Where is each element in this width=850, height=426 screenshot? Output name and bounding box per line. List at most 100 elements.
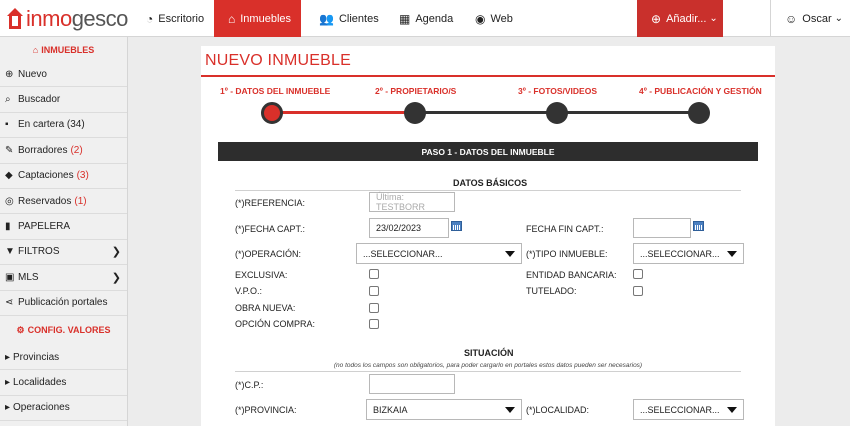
sidebar-item-papelera[interactable]: ▮ PAPELERA	[0, 214, 127, 240]
sidebar-item-borradores[interactable]: ✎ Borradores (2)	[0, 138, 127, 164]
sidebar-item-mls[interactable]: ▣ MLS ❯	[0, 265, 127, 291]
eye-icon: ◎	[5, 195, 14, 207]
referencia-input[interactable]: Última: TESTBORR	[369, 192, 455, 212]
gear-icon: ⚙	[16, 324, 25, 335]
dropdown-caret-icon	[505, 251, 515, 257]
sidebar-item-reservados[interactable]: ◎ Reservados (1)	[0, 189, 127, 215]
dashboard-icon: ◔	[146, 11, 154, 26]
cp-input[interactable]	[369, 374, 455, 394]
panel-header: PASO 1 - DATOS DEL INMUEBLE	[218, 142, 758, 161]
sidebar-item-captaciones[interactable]: ◆ Captaciones (3)	[0, 164, 127, 189]
mls-icon: ▣	[5, 271, 15, 283]
dropdown-caret-icon	[505, 407, 515, 413]
entidad-bancaria-checkbox[interactable]	[633, 269, 643, 279]
chevron-right-icon: ❯	[111, 271, 121, 284]
nav-escritorio[interactable]: ◔ Escritorio	[136, 0, 214, 37]
fecha-capt-input[interactable]: 23/02/2023	[369, 218, 449, 238]
user-icon: ☺	[785, 11, 798, 26]
main-content: NUEVO INMUEBLE 1º - DATOS DEL INMUEBLE 2…	[201, 46, 775, 426]
tipo-inmueble-label: (*)TIPO INMUEBLE:	[526, 249, 608, 259]
provincia-label: (*)PROVINCIA:	[235, 405, 297, 415]
fecha-fin-label: FECHA FIN CAPT.:	[526, 224, 604, 234]
chevron-down-icon: ⌄	[709, 13, 718, 24]
briefcase-icon: ▪	[5, 119, 9, 131]
tutelado-checkbox[interactable]	[633, 286, 643, 296]
section-divider	[235, 371, 741, 372]
localidad-label: (*)LOCALIDAD:	[526, 405, 590, 415]
operacion-label: (*)OPERACIÓN:	[235, 249, 302, 259]
globe-icon: ◉	[475, 11, 486, 26]
dropdown-caret-icon	[727, 251, 737, 257]
vpo-label: V.P.O.:	[235, 286, 263, 296]
search-icon: ⌕	[5, 94, 11, 106]
caret-right-icon: ▸	[5, 351, 11, 363]
obra-nueva-checkbox[interactable]	[369, 303, 379, 313]
step-2-dot[interactable]	[404, 102, 426, 124]
share-icon: ⋖	[5, 297, 14, 309]
users-icon: 👥	[319, 11, 334, 26]
step-1-label[interactable]: 1º - DATOS DEL INMUEBLE	[220, 86, 330, 96]
nav-inmuebles[interactable]: ⌂ Inmuebles	[214, 0, 301, 37]
step-3-dot[interactable]	[546, 102, 568, 124]
sidebar-item-provincias[interactable]: ▸ Provincias	[0, 345, 127, 371]
brand-name: inmogesco	[26, 6, 128, 31]
sidebar-config-header: ⚙ CONFIG. VALORES	[16, 324, 111, 336]
sidebar-item-filtros[interactable]: ▼ FILTROS ❯	[0, 240, 127, 266]
section-title-basic: DATOS BÁSICOS	[453, 178, 528, 188]
operacion-select[interactable]: ...SELECCIONAR...	[356, 243, 522, 264]
top-navbar: inmogesco ◔ Escritorio ⌂ Inmuebles 👥 Client…	[0, 0, 850, 37]
sidebar-item-nuevo[interactable]: ⊕ Nuevo	[0, 62, 127, 88]
chevron-right-icon: ❯	[111, 246, 121, 259]
chevron-down-icon: ⌄	[834, 13, 843, 24]
calendar-icon[interactable]	[451, 221, 462, 231]
sidebar-item-localidades[interactable]: ▸ Localidades	[0, 370, 127, 396]
user-menu[interactable]: ☺ Oscar ⌄	[770, 0, 850, 37]
nav-web[interactable]: ◉ Web	[465, 0, 525, 37]
tutelado-label: TUTELADO:	[526, 286, 577, 296]
plus-circle-icon: ⊕	[5, 68, 14, 80]
sidebar: ⌂ INMUEBLES ⊕ Nuevo ⌕ Buscador ▪ En cartera …	[0, 37, 128, 426]
add-menu-button[interactable]: ⊕ Añadir... ⌄	[637, 0, 723, 37]
cp-label: (*)C.P.:	[235, 380, 264, 390]
sidebar-header: ⌂ INMUEBLES	[32, 44, 95, 55]
title-divider	[201, 75, 775, 77]
home-icon: ⌂	[228, 11, 236, 26]
opcion-compra-checkbox[interactable]	[369, 319, 379, 329]
stepper-progress-track	[272, 111, 415, 114]
nav-clientes[interactable]: 👥 Clientes	[309, 0, 389, 37]
step-4-dot[interactable]	[688, 102, 710, 124]
section-divider	[235, 190, 741, 191]
sidebar-item-operaciones[interactable]: ▸ Operaciones	[0, 396, 127, 422]
exclusiva-checkbox[interactable]	[369, 269, 379, 279]
sidebar-item-en-cartera[interactable]: ▪ En cartera (34)	[0, 113, 127, 139]
caret-right-icon: ▸	[5, 376, 11, 388]
brand-logo[interactable]: inmogesco	[6, 6, 128, 32]
page-title: NUEVO INMUEBLE	[205, 52, 351, 69]
fecha-fin-input[interactable]	[633, 218, 691, 238]
referencia-label: (*)REFERENCIA:	[235, 198, 306, 208]
nav-agenda[interactable]: ▦ Agenda	[389, 0, 459, 37]
caret-right-icon: ▸	[5, 402, 11, 414]
step-4-label[interactable]: 4º - PUBLICACIÓN Y GESTIÓN	[639, 86, 762, 96]
sidebar-item-publicacion-portales[interactable]: ⋖ Publicación portales	[0, 291, 127, 316]
tipo-inmueble-select[interactable]: ...SELECCIONAR...	[633, 243, 744, 264]
step-3-label[interactable]: 3º - FOTOS/VIDEOS	[518, 86, 597, 96]
step-2-label[interactable]: 2º - PROPIETARIO/S	[375, 86, 456, 96]
exclusiva-label: EXCLUSIVA:	[235, 270, 288, 280]
fecha-capt-label: (*)FECHA CAPT.:	[235, 224, 306, 234]
provincia-select[interactable]: BIZKAIA	[366, 399, 522, 420]
step-1-dot[interactable]	[261, 102, 283, 124]
localidad-select[interactable]: ...SELECCIONAR...	[633, 399, 744, 420]
trash-icon: ▮	[5, 221, 11, 233]
vpo-checkbox[interactable]	[369, 286, 379, 296]
sidebar-item-buscador[interactable]: ⌕ Buscador	[0, 87, 127, 113]
calendar-icon: ▦	[399, 11, 411, 26]
edit-icon: ✎	[5, 144, 14, 156]
section-title-situacion: SITUACIÓN	[464, 348, 514, 358]
house-logo-icon	[6, 8, 24, 30]
entidad-bancaria-label: ENTIDAD BANCARIA:	[526, 270, 617, 280]
calendar-icon[interactable]	[693, 221, 704, 231]
opcion-compra-label: OPCIÓN COMPRA:	[235, 319, 316, 329]
dropdown-caret-icon	[727, 407, 737, 413]
tags-icon: ◆	[5, 170, 13, 182]
